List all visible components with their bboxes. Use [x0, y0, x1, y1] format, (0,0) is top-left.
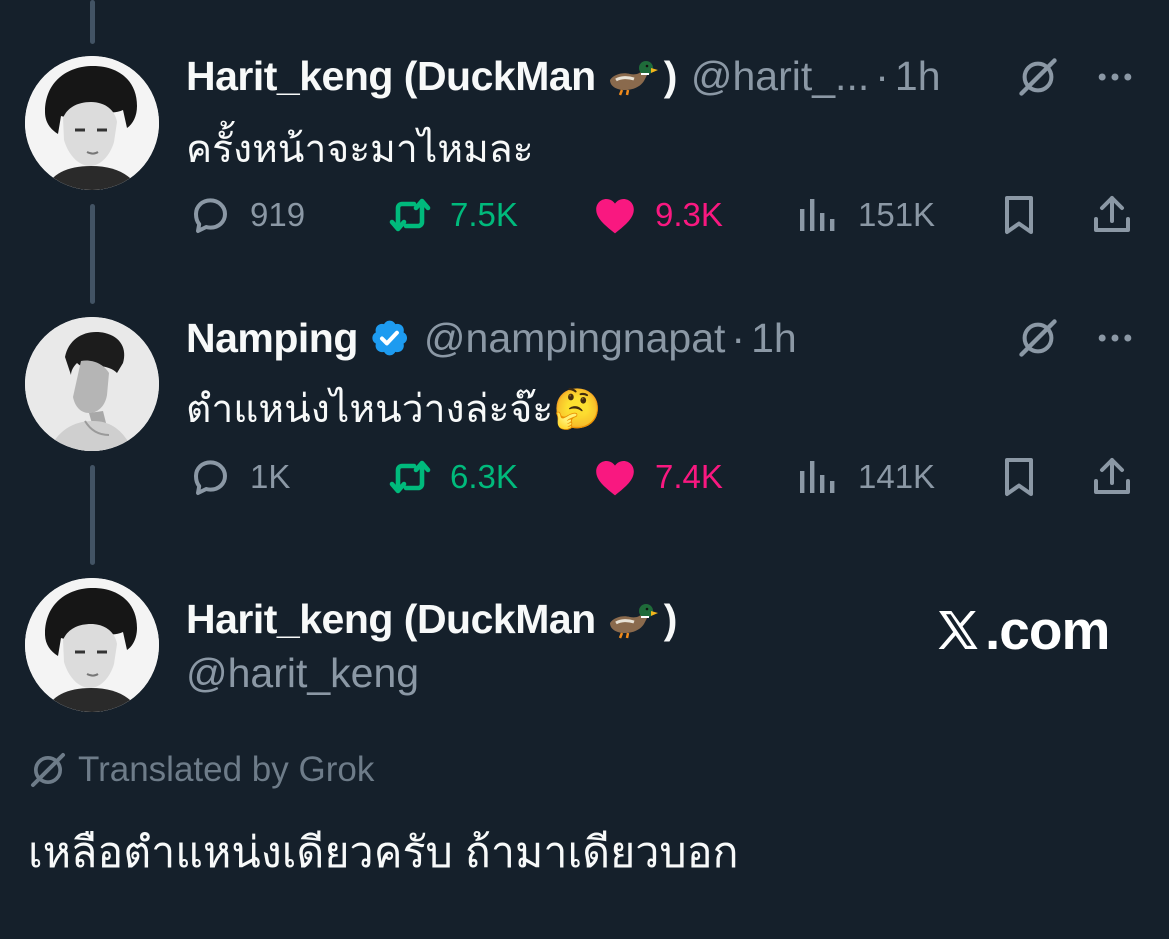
display-name-suffix: ): [663, 52, 678, 99]
display-name[interactable]: Namping: [186, 315, 358, 362]
more-icon[interactable]: [1093, 316, 1137, 360]
tweet-header: Namping @nampingnapat · 1h: [186, 313, 797, 363]
translation-text: เหลือตำแหน่งเดียวครับ ถ้ามาเดียวบอก: [28, 829, 739, 877]
reply-button[interactable]: 919: [186, 187, 305, 243]
avatar[interactable]: [25, 56, 159, 190]
thread-line: [90, 465, 95, 565]
translated-by-grok[interactable]: Translated by Grok: [28, 750, 374, 790]
x-logo-icon: [938, 611, 978, 649]
more-icon[interactable]: [1093, 55, 1137, 99]
retweet-count: 6.3K: [450, 458, 518, 495]
display-name[interactable]: Harit_keng (DuckMan: [186, 596, 596, 643]
user-handle[interactable]: @harit_keng: [186, 650, 419, 697]
grok-icon[interactable]: [1016, 55, 1060, 99]
separator-dot: ·: [875, 52, 889, 99]
display-name-suffix: ): [663, 595, 678, 642]
reply-button[interactable]: 1K: [186, 449, 290, 505]
view-count: 151K: [858, 196, 936, 233]
retweet-button[interactable]: 6.3K: [386, 449, 518, 505]
quoted-handle-row: @harit_keng: [186, 648, 419, 698]
bookmark-icon[interactable]: [995, 191, 1043, 239]
separator-dot: ·: [731, 314, 746, 361]
tweet-thread: Harit_keng (DuckMan ) @harit_... · 1h คร…: [0, 0, 1169, 939]
retweet-count: 7.5K: [450, 196, 518, 233]
tweet-actions: 919 7.5K 9.3K 151K: [186, 187, 1146, 243]
timestamp[interactable]: 1h: [751, 315, 797, 362]
views-button[interactable]: 141K: [794, 449, 935, 505]
display-name[interactable]: Harit_keng (DuckMan: [186, 53, 596, 100]
grok-icon: [28, 750, 68, 790]
user-handle[interactable]: @harit_...: [691, 53, 869, 100]
tweet-actions: 1K 6.3K 7.4K 141K: [186, 449, 1146, 505]
share-icon[interactable]: [1088, 453, 1136, 501]
retweet-icon: [386, 191, 434, 239]
heart-icon: [591, 191, 639, 239]
bookmark-icon[interactable]: [995, 453, 1043, 501]
quoted-header: Harit_keng (DuckMan ): [186, 594, 677, 644]
reply-count: 919: [250, 196, 306, 233]
heart-icon: [591, 453, 639, 501]
user-handle[interactable]: @nampingnapat: [424, 315, 726, 362]
thread-line: [90, 0, 95, 44]
reply-count: 1K: [250, 458, 291, 495]
reply-icon: [186, 191, 234, 239]
duck-icon: [606, 599, 658, 639]
like-count: 9.3K: [655, 196, 723, 233]
like-button[interactable]: 7.4K: [591, 449, 723, 505]
tweet-header: Harit_keng (DuckMan ) @harit_... · 1h: [186, 51, 941, 101]
grok-icon[interactable]: [1016, 316, 1060, 360]
x-com-watermark: .com: [933, 598, 1110, 662]
avatar[interactable]: [25, 317, 159, 451]
tweet-text: ตำแหน่งไหนว่างล่ะจ๊ะ🤔: [186, 388, 602, 431]
views-icon: [794, 453, 842, 501]
thread-line: [90, 204, 95, 304]
views-button[interactable]: 151K: [794, 187, 935, 243]
verified-icon: [372, 320, 407, 356]
share-icon[interactable]: [1088, 191, 1136, 239]
translated-label: Translated by Grok: [78, 750, 375, 789]
timestamp[interactable]: 1h: [895, 53, 941, 100]
tweet-text: ครั้งหน้าจะมาไหมละ: [186, 128, 534, 171]
watermark-text: .com: [985, 599, 1110, 661]
retweet-button[interactable]: 7.5K: [386, 187, 518, 243]
avatar[interactable]: [25, 578, 159, 712]
view-count: 141K: [858, 458, 936, 495]
reply-icon: [186, 453, 234, 501]
views-icon: [794, 191, 842, 239]
retweet-icon: [386, 453, 434, 501]
duck-icon: [606, 56, 658, 96]
like-button[interactable]: 9.3K: [591, 187, 723, 243]
like-count: 7.4K: [655, 458, 723, 495]
